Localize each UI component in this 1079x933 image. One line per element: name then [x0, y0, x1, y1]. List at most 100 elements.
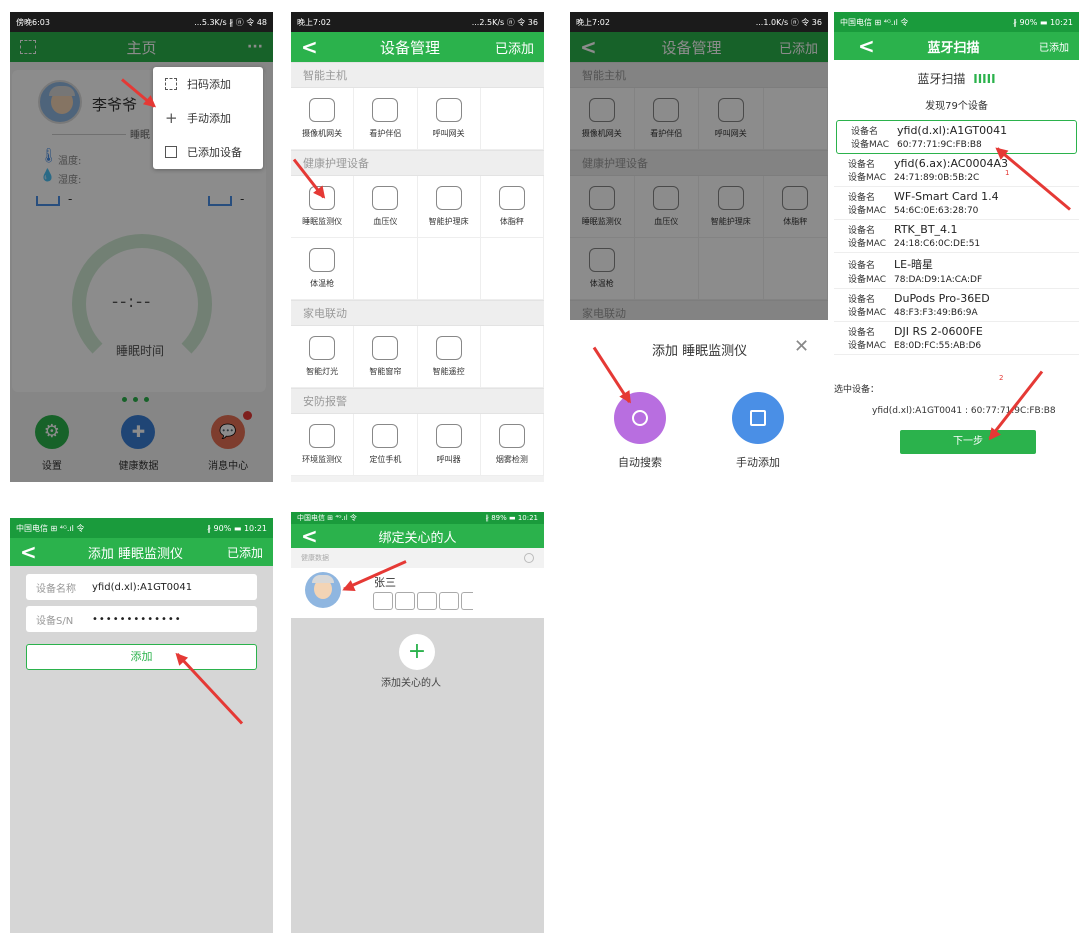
- menu-manual-add[interactable]: + 手动添加: [153, 101, 263, 135]
- section-header: 安防报警: [291, 388, 544, 414]
- plus-icon: +: [165, 109, 178, 127]
- device-type-label: 体温枪: [310, 279, 335, 288]
- close-icon[interactable]: ✕: [794, 336, 809, 357]
- device-type-label: 烟雾检测: [495, 455, 528, 464]
- add-method-sheet: 添加 睡眠监测仪 ✕ 自动搜索 手动添加: [570, 320, 828, 482]
- device-type-item[interactable]: 智能护理床: [417, 176, 481, 238]
- device-type-label: 智能窗帘: [369, 367, 402, 376]
- screen-home: 傍晚6:03 ...5.3K/s ∦ ⓝ 令 48 主页 ··· 李爷爷 睡眠 …: [10, 12, 273, 482]
- next-button[interactable]: 下一步: [900, 430, 1036, 454]
- auto-search-label: 自动搜索: [618, 456, 662, 469]
- status-right: ...5.3K/s ∦ ⓝ 令 48: [194, 17, 267, 27]
- added-link[interactable]: 已添加: [227, 544, 263, 561]
- back-icon[interactable]: <: [844, 34, 875, 58]
- device-name-field[interactable]: 设备名称 yfid(d.xl):A1GT0041: [26, 574, 257, 600]
- back-icon[interactable]: <: [20, 540, 44, 564]
- device-type-label: 智能遥控: [432, 367, 465, 376]
- empty-cell: [480, 326, 544, 388]
- device-type-item[interactable]: 烟雾检测: [480, 414, 544, 476]
- status-bar: 晚上7:02 ...2.5K/s ⓝ 令 36: [291, 12, 544, 32]
- device-type-item[interactable]: 体脂秤: [480, 176, 544, 238]
- found-count: 发现79个设备: [925, 101, 988, 112]
- device-icon: [372, 98, 399, 122]
- page-title: 绑定关心的人: [378, 530, 457, 546]
- empty-cell: [480, 88, 544, 150]
- section-header: 家电联动: [291, 300, 544, 326]
- device-type-item[interactable]: 摄像机网关: [291, 88, 355, 150]
- device-type-item[interactable]: 环境监测仪: [291, 414, 355, 476]
- device-type-item[interactable]: 看护伴侣: [354, 88, 418, 150]
- device-icon: [498, 186, 525, 210]
- signal-bars: IIIII: [973, 72, 996, 86]
- add-person-button[interactable]: +: [399, 634, 435, 670]
- device-type-item[interactable]: 定位手机: [354, 414, 418, 476]
- device-type-label: 看护伴侣: [369, 129, 402, 138]
- device-grid: 智能灯光 智能窗帘 智能遥控: [291, 326, 544, 388]
- device-type-item[interactable]: 智能窗帘: [354, 326, 418, 388]
- avatar: [305, 572, 341, 608]
- bt-device-row[interactable]: 设备名 yfid(6.ax):AC0004A3 设备MAC 24:71:89:0B:5…: [834, 154, 1079, 187]
- bt-name-label: 设备名: [848, 160, 876, 170]
- device-type-item[interactable]: 智能灯光: [291, 326, 355, 388]
- device-type-label: 呼叫网关: [432, 129, 465, 138]
- device-list: 设备名 yfid(d.xl):A1GT0041 设备MAC 60:77:71:9C:F…: [834, 120, 1079, 380]
- device-type-label: 智能灯光: [306, 367, 339, 376]
- bt-device-row[interactable]: 设备名 DJI RS 2-0600FE 设备MAC E8:0D:FC:55:AB:D6: [834, 322, 1079, 355]
- added-link[interactable]: 已添加: [1039, 39, 1069, 54]
- device-type-item[interactable]: 智能遥控: [417, 326, 481, 388]
- device-type-label: 摄像机网关: [302, 129, 343, 138]
- breadcrumb[interactable]: 健康数据: [301, 553, 329, 563]
- bt-device-name: yfid(d.xl):A1GT0041: [897, 124, 1008, 137]
- bt-device-row[interactable]: 设备名 DuPods Pro-36ED 设备MAC 48:F3:F3:49:B6:9A: [834, 289, 1079, 322]
- device-category-list: 智能主机 摄像机网关 看护伴侣 呼叫网关 健康护理设备 睡眠监测仪 血压仪 智能护理床 体脂秤体…: [291, 62, 544, 476]
- menu-added-devices[interactable]: 已添加设备: [153, 135, 263, 169]
- selected-label: 选中设备：: [834, 385, 880, 395]
- screen-bluetooth-scan: 中国电信 ⊞ ⁴ᴳ.ıl 令 ∦ 90% ▬ 10:21 < 蓝牙扫描 已添加 …: [834, 12, 1079, 482]
- device-type-label: 环境监测仪: [302, 455, 343, 464]
- device-type-item[interactable]: 血压仪: [354, 176, 418, 238]
- status-bar: 中国电信 ⊞ ⁴ᴳ.ıl 令 ∦ 89% ▬ 10:21: [291, 512, 544, 524]
- page-title: 添加 睡眠监测仪: [87, 546, 184, 562]
- popup-menu: 扫码添加 + 手动添加 已添加设备: [153, 67, 263, 169]
- device-icon: [372, 336, 399, 360]
- add-button[interactable]: 添加: [26, 644, 257, 670]
- person-card[interactable]: 张三: [291, 568, 544, 618]
- header: < 添加 睡眠监测仪 已添加: [10, 538, 273, 566]
- device-type-item[interactable]: 体温枪: [291, 238, 355, 300]
- edit-icon: [750, 410, 766, 426]
- empty-cell: [354, 238, 418, 300]
- bt-mac-label: 设备MAC: [848, 239, 887, 249]
- bt-device-row[interactable]: 设备名 RTK_BT_4.1 设备MAC 24:18:C6:0C:DE:51: [834, 220, 1079, 253]
- bt-device-mac: 54:6C:0E:63:28:70: [894, 206, 979, 216]
- scan-title-row: 蓝牙扫描 IIIII: [917, 72, 996, 86]
- device-grid: 摄像机网关 看护伴侣 呼叫网关: [291, 88, 544, 150]
- device-type-item[interactable]: 呼叫网关: [417, 88, 481, 150]
- bt-device-row[interactable]: 设备名 WF-Smart Card 1.4 设备MAC 54:6C:0E:63:28:…: [834, 187, 1079, 220]
- device-sn-field[interactable]: 设备S/N •••••••••••••: [26, 606, 257, 632]
- search-icon[interactable]: [524, 553, 534, 563]
- added-link[interactable]: 已添加: [495, 38, 534, 57]
- page-title: 蓝牙扫描: [927, 40, 980, 56]
- bt-device-name: RTK_BT_4.1: [894, 223, 958, 236]
- bt-device-name: DuPods Pro-36ED: [894, 292, 990, 305]
- qr-icon: [165, 78, 177, 90]
- bt-device-mac: 48:F3:F3:49:B6:9A: [894, 308, 978, 318]
- manual-add-label: 手动添加: [736, 456, 780, 469]
- bt-device-row[interactable]: 设备名 yfid(d.xl):A1GT0041 设备MAC 60:77:71:9C:F…: [836, 120, 1077, 154]
- device-icon: [498, 424, 525, 448]
- status-bar: 傍晚6:03 ...5.3K/s ∦ ⓝ 令 48: [10, 12, 273, 32]
- annotation-1: 1: [1005, 169, 1010, 177]
- manual-add-button[interactable]: [732, 392, 784, 444]
- bt-device-row[interactable]: 设备名 LE-暗星 设备MAC 78:DA:D9:1A:CA:DF: [834, 253, 1079, 289]
- device-type-item[interactable]: 呼叫器: [417, 414, 481, 476]
- device-icon: [309, 98, 336, 122]
- back-icon[interactable]: <: [301, 524, 325, 548]
- device-icon: [435, 98, 462, 122]
- status-time: 傍晚6:03: [16, 17, 50, 27]
- device-icon: [372, 186, 399, 210]
- back-icon[interactable]: <: [301, 35, 325, 59]
- menu-scan-add[interactable]: 扫码添加: [153, 67, 263, 101]
- bt-name-label: 设备名: [848, 193, 876, 203]
- device-type-label: 睡眠监测仪: [302, 217, 343, 226]
- empty-cell: [417, 238, 481, 300]
